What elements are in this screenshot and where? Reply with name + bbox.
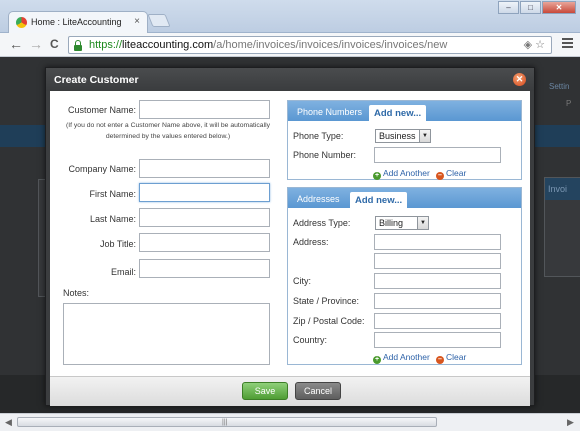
dropdown-arrow-icon: ▼ (419, 130, 430, 142)
job-title-label: Job Title: (99, 239, 136, 249)
scrollbar-grip-icon: ||| (222, 419, 228, 426)
address-clear-label: Clear (446, 352, 467, 362)
address-clear-link[interactable]: – Clear (436, 352, 466, 364)
url-text[interactable]: https://liteaccounting.com/a/home/invoic… (89, 39, 447, 51)
url-scheme: https:// (89, 39, 123, 51)
address-add-another-link[interactable]: + Add Another (373, 352, 430, 364)
window-controls: – □ ✕ (498, 1, 576, 14)
zip-input[interactable] (374, 313, 501, 329)
page-text-p: P (566, 99, 572, 108)
address-add-new-tab[interactable]: Add new... (350, 192, 408, 208)
tab-close-icon[interactable]: × (134, 16, 140, 27)
browser-tab[interactable]: Home : LiteAccounting × (8, 11, 148, 33)
address-type-value: Billing (379, 218, 404, 228)
address-panel-header: Addresses Add new... (288, 188, 521, 208)
settings-link: Settin (549, 82, 570, 91)
dialog-title: Create Customer (54, 74, 139, 86)
email-input[interactable] (139, 259, 270, 278)
cancel-button[interactable]: Cancel (295, 382, 341, 400)
add-icon: + (373, 172, 381, 180)
clear-icon: – (436, 356, 444, 364)
country-input[interactable] (374, 332, 501, 348)
first-name-label: First Name: (89, 189, 136, 199)
state-label: State / Province: (293, 296, 360, 306)
state-input[interactable] (374, 293, 501, 309)
favicon-icon (16, 17, 27, 28)
url-path: /a/home/invoices/invoices/invoices/invoi… (213, 39, 448, 51)
forward-button[interactable]: → (29, 37, 43, 51)
save-button[interactable]: Save (242, 382, 288, 400)
close-icon[interactable]: ✕ (513, 73, 526, 86)
new-tab-button[interactable] (147, 14, 171, 27)
address-bar[interactable]: https://liteaccounting.com/a/home/invoic… (68, 36, 552, 54)
phone-type-label: Phone Type: (293, 131, 344, 141)
address-type-select[interactable]: Billing ▼ (375, 216, 429, 230)
scroll-right-icon[interactable]: ▶ (567, 417, 574, 428)
customer-name-input[interactable] (139, 100, 270, 119)
browser-toolbar: ← → C https://liteaccounting.com/a/home/… (0, 33, 580, 57)
phone-add-new-tab[interactable]: Add new... (369, 105, 427, 121)
browser-titlebar: Home : LiteAccounting × – □ ✕ (0, 0, 580, 33)
phone-type-select[interactable]: Business ▼ (375, 129, 431, 143)
phone-panel-header: Phone Numbers Add new... (288, 101, 521, 121)
phone-numbers-title: Phone Numbers (297, 107, 363, 117)
notes-textarea[interactable] (63, 303, 270, 365)
maximize-button[interactable]: □ (520, 1, 541, 14)
address-type-label: Address Type: (293, 218, 351, 228)
phone-clear-label: Clear (446, 168, 467, 178)
dialog-body: Customer Name: (If you do not enter a Cu… (50, 91, 530, 376)
reload-button[interactable]: C (50, 37, 59, 51)
phone-type-value: Business (379, 131, 416, 141)
dialog-footer: Save Cancel (50, 376, 530, 406)
clear-icon: – (436, 172, 444, 180)
phone-add-another-link[interactable]: + Add Another (373, 168, 430, 180)
customer-name-label: Customer Name: (67, 105, 136, 115)
notes-label: Notes: (63, 288, 90, 298)
first-name-input[interactable] (139, 183, 270, 202)
email-label: Email: (110, 267, 136, 277)
company-name-label: Company Name: (68, 164, 136, 174)
lock-icon (74, 40, 82, 51)
job-title-input[interactable] (139, 233, 270, 252)
phone-clear-link[interactable]: – Clear (436, 168, 466, 180)
city-input[interactable] (374, 273, 501, 289)
city-label: City: (293, 276, 311, 286)
zip-label: Zip / Postal Code: (293, 316, 365, 326)
dialog-header: Create Customer ✕ (46, 68, 534, 91)
page-right-panel: Invoi (544, 177, 580, 277)
window-close-button[interactable]: ✕ (542, 1, 576, 14)
addresses-panel: Addresses Add new... Address Type: Billi… (287, 187, 522, 365)
dropdown-arrow-icon: ▼ (417, 217, 428, 229)
customer-name-hint: (If you do not enter a Customer Name abo… (65, 122, 270, 140)
address-label: Address: (293, 237, 329, 247)
phone-numbers-panel: Phone Numbers Add new... Phone Type: Bus… (287, 100, 522, 180)
add-icon: + (373, 356, 381, 364)
invoices-panel-title: Invoi (545, 178, 580, 200)
company-name-input[interactable] (139, 159, 270, 178)
address-line2-input[interactable] (374, 253, 501, 269)
country-label: Country: (293, 335, 328, 345)
tab-title: Home : LiteAccounting (31, 17, 122, 27)
back-button[interactable]: ← (9, 37, 23, 51)
address-add-another-label: Add Another (383, 352, 430, 362)
phone-number-input[interactable] (374, 147, 501, 163)
last-name-label: Last Name: (89, 214, 136, 224)
address-line1-input[interactable] (374, 234, 501, 250)
minimize-button[interactable]: – (498, 1, 519, 14)
menu-icon[interactable] (562, 38, 573, 48)
last-name-input[interactable] (139, 208, 270, 227)
bookmark-star-icon[interactable]: ◈☆ (524, 38, 548, 51)
addresses-title: Addresses (297, 194, 340, 204)
horizontal-scrollbar[interactable]: ◀ ||| ▶ (0, 413, 580, 431)
phone-number-label: Phone Number: (293, 150, 357, 160)
phone-add-another-label: Add Another (383, 168, 430, 178)
create-customer-dialog: Create Customer ✕ Customer Name: (If you… (45, 67, 535, 406)
url-host: liteaccounting.com (122, 39, 214, 51)
scroll-left-icon[interactable]: ◀ (5, 417, 12, 428)
